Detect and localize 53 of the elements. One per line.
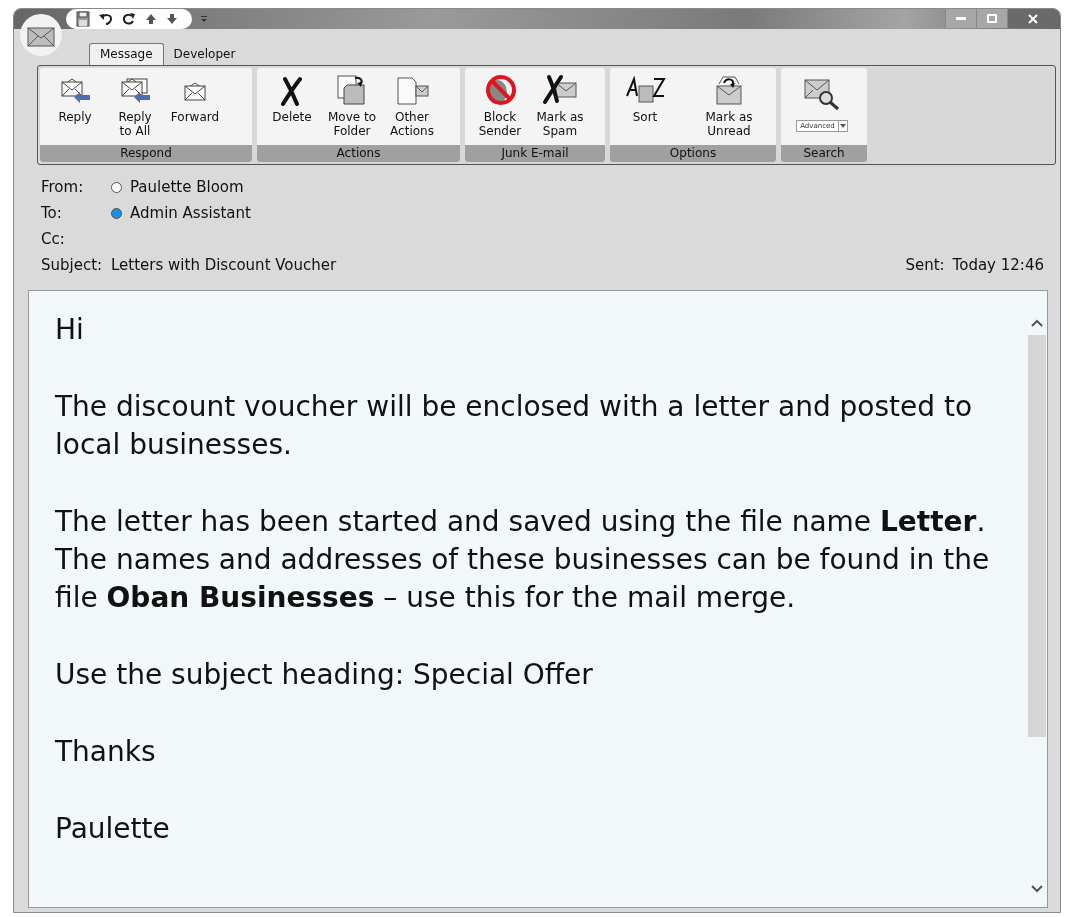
field-label: Sent:	[905, 256, 945, 274]
contact-name[interactable]: Paulette Bloom	[130, 178, 244, 196]
ribbon-button[interactable]: Reply to All	[116, 110, 154, 138]
subject-text: Letters with Discount Voucher	[111, 256, 337, 274]
ribbon-button[interactable]: Mark as Spam	[534, 110, 586, 138]
down-arrow-icon[interactable]	[166, 13, 178, 25]
body-paragraph: Use the subject heading: Special Offer	[55, 657, 594, 693]
cross-icon[interactable]	[279, 74, 305, 106]
group-label: Options	[610, 145, 776, 162]
body-paragraph: The letter has been started and saved using the file name Letter. The names and addresses of these businesses can be found in the file Oban Businesses – use this for the mail merge.	[55, 504, 991, 616]
sort-envelope-icon[interactable]	[624, 74, 666, 106]
group-label: Junk E-mail	[465, 145, 605, 162]
field-label: Subject:	[41, 256, 104, 274]
ribbon-tab[interactable]: Developer	[163, 44, 246, 65]
body-paragraph: The discount voucher will be enclosed with a letter and posted to local businesses.	[55, 389, 974, 463]
scroll-down-icon[interactable]	[1031, 885, 1043, 893]
undo-icon[interactable]	[99, 12, 113, 26]
body-paragraph: Hi	[55, 312, 85, 348]
field-label: Cc:	[41, 230, 66, 248]
field-label: To:	[41, 204, 63, 222]
maximize-button[interactable]	[976, 9, 1007, 28]
ribbon-button[interactable]: Forward	[168, 110, 222, 124]
contact-name[interactable]: Admin Assistant	[130, 204, 251, 222]
ribbon-button[interactable]: Other Actions	[388, 110, 436, 138]
group-label: Actions	[257, 145, 460, 162]
body-paragraph: Paulette	[55, 811, 171, 847]
no-entry-icon[interactable]	[483, 74, 517, 106]
redo-icon[interactable]	[122, 12, 136, 26]
ribbon-button[interactable]: Mark as Unread	[703, 110, 755, 138]
field-label: From:	[41, 178, 85, 196]
ribbon-button[interactable]: Reply	[56, 110, 94, 124]
up-arrow-icon[interactable]	[145, 13, 157, 25]
ribbon-button[interactable]: Block Sender	[476, 110, 524, 138]
minimize-icon	[956, 16, 966, 21]
dropdown-caret-icon[interactable]	[837, 121, 847, 131]
ribbon-button[interactable]: Sort	[630, 110, 660, 124]
group-label: Search	[781, 145, 867, 162]
save-icon[interactable]	[76, 11, 90, 27]
minimize-button[interactable]	[945, 9, 976, 28]
ribbon-button[interactable]: Move to Folder	[325, 110, 378, 138]
scrollbar-thumb[interactable]	[1028, 335, 1046, 737]
maximize-icon	[987, 14, 997, 23]
group-label: Respond	[40, 145, 252, 162]
close-icon	[1028, 13, 1038, 24]
cross-envelope-icon[interactable]	[542, 74, 578, 106]
app-envelope-icon[interactable]	[20, 14, 62, 56]
sent-time: Today 12:46	[952, 256, 1044, 274]
ribbon-button[interactable]: Delete	[270, 110, 314, 124]
customize-caret-icon[interactable]	[200, 15, 208, 23]
ribbon-tab[interactable]: Message	[89, 43, 164, 65]
page-envelope-icon[interactable]	[395, 74, 429, 106]
scroll-up-icon[interactable]	[1031, 319, 1043, 327]
body-paragraph: Thanks	[55, 734, 157, 770]
